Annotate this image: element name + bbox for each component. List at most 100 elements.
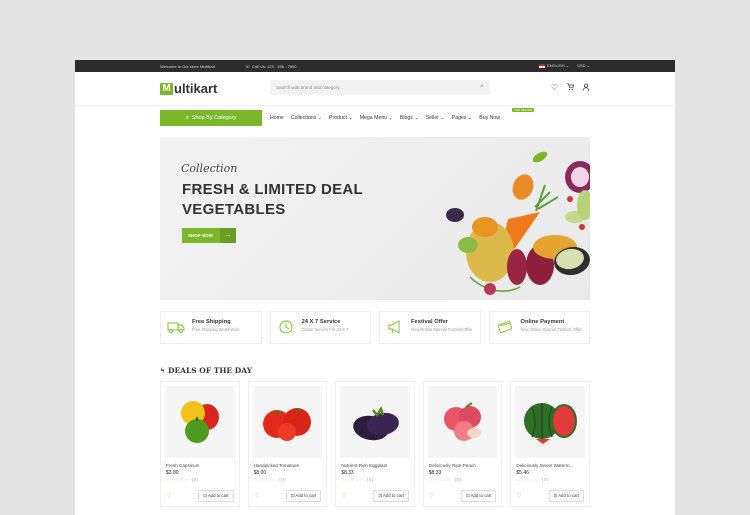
language-select[interactable]: ENGLISH ⌄	[539, 63, 569, 68]
currency-select[interactable]: USD ⌄	[577, 63, 590, 68]
product-price: $3.80	[166, 470, 179, 476]
nav-collections-label: Collections	[290, 115, 317, 121]
rating-count: (0)	[542, 477, 550, 482]
nav-seller-label: Seller	[425, 115, 439, 121]
features-row: Free Shipping Free Shipping World Wide 2…	[160, 311, 590, 344]
product-price: $8.33	[341, 470, 354, 476]
hero-line-1: FRESH & LIMITED DEAL	[182, 181, 363, 198]
shop-by-category-button[interactable]: ≡ Shop By Category	[160, 110, 262, 126]
add-to-cart-label: Add to cart	[207, 493, 229, 498]
clock-icon	[276, 317, 296, 337]
add-to-cart-label: Add to cart	[383, 493, 404, 498]
feature-24x7-service: 24 X 7 Service Online Service For 24 X 7	[269, 311, 371, 344]
product-card[interactable]: Deliciously Sweet Waterm... $5.46 ☆☆☆☆☆(…	[510, 381, 590, 507]
add-to-cart-button[interactable]: ⊡ Add to cart	[285, 490, 322, 502]
product-image-watermelon[interactable]	[515, 386, 585, 458]
add-to-cart-button[interactable]: ⊡ Add to cart	[198, 490, 234, 502]
logo-text: ultikart	[174, 81, 218, 96]
call-info: ☏ Call Us: 123 - 456 - 7890	[245, 64, 296, 69]
wishlist-heart-icon[interactable]: ♡	[341, 492, 346, 499]
feature-subtitle: New Online Special Festival Offer	[411, 327, 473, 332]
product-name[interactable]: Handpicked Tomatoes	[254, 463, 323, 468]
add-to-cart-button[interactable]: ⊡ Add to cart	[548, 490, 584, 502]
nav-collections[interactable]: Collections ⌄	[291, 115, 322, 121]
shop-now-button[interactable]: SHOP NOW →	[182, 228, 236, 243]
product-price: $8.33	[428, 470, 442, 476]
rating-stars: ☆☆☆☆☆ (0)	[341, 477, 374, 482]
shop-now-label: SHOP NOW	[188, 233, 213, 238]
search-input[interactable]: Search with brand and category... ⌕	[270, 80, 490, 95]
product-image-eggplant[interactable]	[340, 386, 410, 458]
product-price: $8.00	[253, 470, 267, 476]
vegetables-illustration	[446, 151, 590, 295]
product-card[interactable]: Deliciously Ripe Peach $8.33 ☆☆☆☆☆ (0) ♡ …	[422, 381, 503, 507]
nav-mega-menu[interactable]: Mega Menu ⌄	[360, 115, 393, 121]
wishlist-heart-icon[interactable]: ♡	[254, 492, 259, 499]
feature-online-payment: Online Payment New Online Special Festiv…	[488, 311, 590, 344]
rating-stars: ☆☆☆☆☆ (0)	[166, 477, 199, 482]
user-icon[interactable]	[582, 83, 590, 93]
product-card[interactable]: Fresh Capsicum $3.80 ☆☆☆☆☆ (0) ♡ ⊡ Add to…	[160, 381, 240, 507]
wishlist-icon[interactable]: ♡	[551, 83, 558, 93]
currency-label: USD	[577, 63, 586, 68]
megaphone-icon	[385, 317, 405, 337]
logo[interactable]: Multikart	[160, 81, 217, 96]
main-nav: ≡ Shop By Category Home Collections ⌄ Pr…	[160, 108, 590, 126]
nav-home[interactable]: Home	[270, 115, 284, 121]
nav-buy-now[interactable]: Buy Now	[479, 115, 500, 121]
product-name[interactable]: Nutrient-Rich Eggplant	[341, 463, 410, 468]
search-placeholder: Search with brand and category...	[276, 85, 343, 90]
flag-icon	[539, 63, 546, 68]
product-list: Fresh Capsicum $3.80 ☆☆☆☆☆ (0) ♡ ⊡ Add to…	[160, 381, 590, 507]
nav-product[interactable]: Product ⌄	[329, 115, 353, 121]
header: Multikart Search with brand and category…	[75, 72, 675, 106]
rating-count: (0)	[191, 477, 199, 482]
topbar-right: ENGLISH ⌄ USD ⌄	[539, 63, 590, 68]
wishlist-heart-icon[interactable]: ♡	[516, 492, 521, 499]
feature-title: Free Shipping	[192, 319, 231, 325]
nav-seller[interactable]: Seller ⌄	[426, 115, 445, 121]
product-name[interactable]: Deliciously Sweet Waterm...	[516, 463, 585, 468]
wishlist-heart-icon[interactable]: ♡	[429, 492, 434, 499]
nav-mega-menu-label: Mega Menu	[359, 115, 388, 121]
rating-stars: ☆☆☆☆☆ (0)	[253, 477, 287, 482]
cart-icon[interactable]	[566, 83, 575, 93]
rating-stars: ☆☆☆☆☆ (0)	[428, 477, 462, 482]
rating-count: (0)	[454, 477, 462, 482]
add-to-cart-label: Add to cart	[470, 493, 492, 498]
wishlist-heart-icon[interactable]: ♡	[166, 492, 171, 499]
nav-pages-label: Pages	[451, 115, 467, 121]
header-icons: ♡	[551, 83, 590, 93]
feature-subtitle: New Online Special Festival Offer	[520, 327, 582, 332]
product-name[interactable]: Fresh Capsicum	[166, 463, 235, 468]
menu-icon: ≡	[185, 115, 189, 121]
hero-banner: Collection FRESH & LIMITED DEAL VEGETABL…	[160, 137, 590, 300]
product-image-tomatoes[interactable]	[252, 386, 323, 458]
lightning-icon: ϟ	[160, 366, 165, 375]
nav-blogs-label: Blogs	[399, 115, 413, 121]
product-card[interactable]: Handpicked Tomatoes $8.00 ☆☆☆☆☆ (0) ♡ ⊡ A…	[247, 381, 328, 507]
product-image-capsicum[interactable]	[165, 386, 235, 458]
nav-product-label: Product	[329, 115, 347, 121]
nav-pages[interactable]: Pages ⌄	[452, 115, 473, 121]
rating-stars: ☆☆☆☆☆ (0)	[516, 477, 550, 482]
add-to-cart-button[interactable]: ⊡ Add to cart	[461, 490, 497, 502]
top-bar: Welcome to Our store Multikart ☏ Call Us…	[75, 60, 675, 72]
feature-festival-offer: Festival Offer New Online Special Festiv…	[379, 311, 481, 344]
search-icon[interactable]: ⌕	[480, 83, 484, 91]
feature-title: 24 X 7 Service	[301, 319, 341, 325]
feature-title: Festival Offer	[411, 319, 449, 325]
feature-subtitle: Online Service For 24 X 7	[301, 327, 349, 332]
menu-bar: Home Collections ⌄ Product ⌄ Mega Menu ⌄…	[270, 115, 500, 121]
product-image-peach[interactable]	[427, 386, 498, 458]
product-name[interactable]: Deliciously Ripe Peach	[429, 463, 498, 468]
category-label: Shop By Category	[191, 115, 237, 121]
deals-title-text: DEALS OF THE DAY	[167, 366, 253, 375]
hero-line-2: VEGETABLES	[182, 201, 286, 218]
product-card[interactable]: Nutrient-Rich Eggplant $8.33 ☆☆☆☆☆ (0) ♡ …	[335, 381, 415, 507]
welcome-text: Welcome to Our store Multikart	[160, 64, 216, 69]
nav-blogs[interactable]: Blogs ⌄	[400, 115, 419, 121]
rating-count: (0)	[279, 477, 287, 482]
feature-free-shipping: Free Shipping Free Shipping World Wide	[160, 311, 262, 344]
add-to-cart-button[interactable]: ⊡ Add to cart	[373, 490, 409, 502]
